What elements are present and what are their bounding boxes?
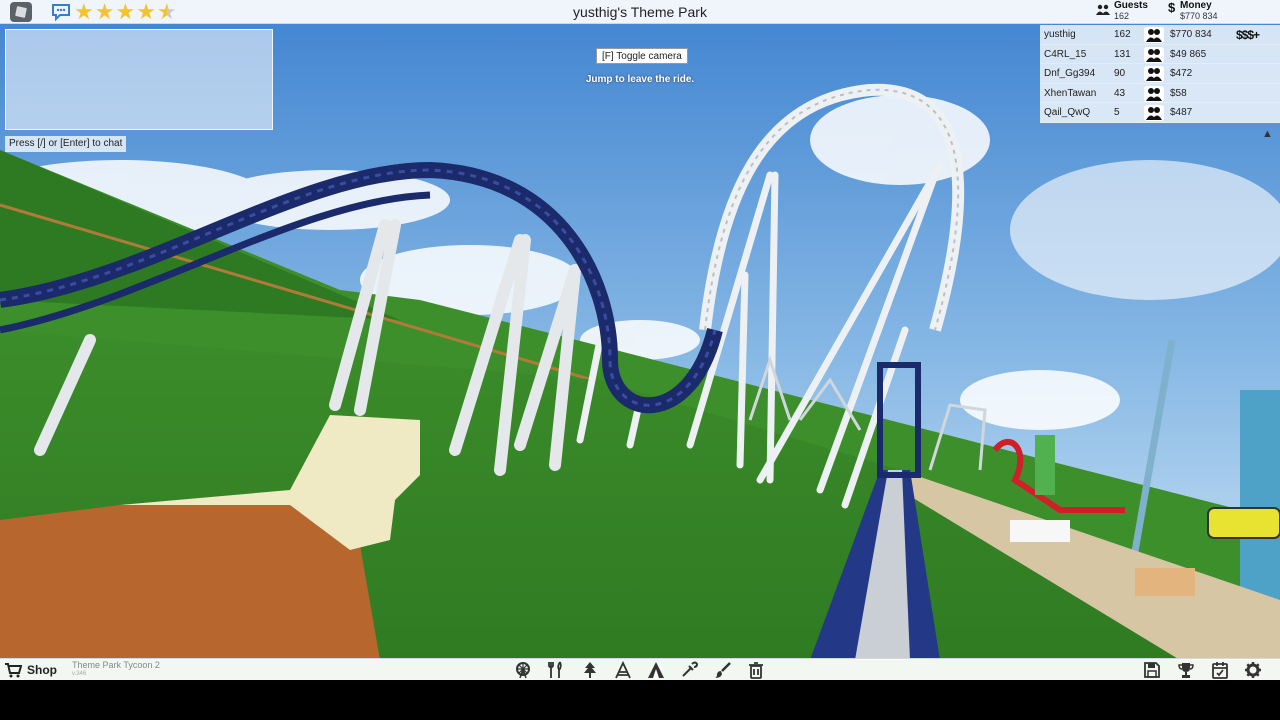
leaderboard-row[interactable]: Qail_QwQ 5 $487 <box>1040 103 1280 123</box>
player-name: C4RL_15 <box>1044 48 1087 60</box>
bottom-toolbar: Shop Theme Park Tycoon 2 v.346 <box>0 658 1280 680</box>
trash-icon[interactable] <box>746 661 766 679</box>
tree-icon[interactable] <box>580 661 600 679</box>
player-guests: 5 <box>1114 107 1120 118</box>
player-guests: 43 <box>1114 87 1126 99</box>
shop-label: Shop <box>27 663 57 677</box>
game-name-label: Theme Park Tycoon 2 v.346 <box>72 661 160 679</box>
player-name: Qail_QwQ <box>1044 107 1091 118</box>
leaderboard-row[interactable]: XhenTawan 43 $58 <box>1040 83 1280 103</box>
paint-brush-icon[interactable] <box>713 661 733 679</box>
save-icon[interactable] <box>1142 661 1162 679</box>
dollar-icon: $ <box>1168 0 1176 15</box>
letterbox-bar <box>0 680 1280 720</box>
top-bar: ★ ★ ★ ★ ★ yusthig's Theme Park Guests 16… <box>0 0 1280 24</box>
player-money: $49 865 <box>1170 48 1207 60</box>
ferris-wheel-icon[interactable] <box>513 661 533 679</box>
money-counter: $ Money $770 834 <box>1168 0 1218 22</box>
toggle-camera-button[interactable]: [F] Toggle camera <box>596 48 688 64</box>
game-version: v.346 <box>72 671 87 677</box>
player-money: $472 <box>1170 68 1193 79</box>
leaderboard-row[interactable]: Dnf_Gg394 90 $472 <box>1040 64 1280 84</box>
player-money: $770 834 <box>1170 29 1212 40</box>
guests-label: Guests <box>1114 0 1148 11</box>
leaderboard-row[interactable]: C4RL_15 131 $49 865 <box>1040 44 1280 64</box>
player-guests: 162 <box>1114 29 1131 40</box>
cart-icon <box>5 663 22 678</box>
leaderboard-row[interactable]: yusthig 162 $770 834 $$$+ <box>1040 25 1280 45</box>
tent-icon[interactable] <box>646 661 666 679</box>
settings-icon[interactable] <box>1243 661 1263 679</box>
chat-input-hint[interactable]: Press [/] or [Enter] to chat <box>5 136 127 152</box>
money-label: Money <box>1180 0 1212 11</box>
trophy-icon[interactable] <box>1176 661 1196 679</box>
jump-hint-text: Jump to leave the ride. <box>585 74 695 85</box>
money-value: $770 834 <box>1180 11 1218 21</box>
game-name: Theme Park Tycoon 2 <box>72 660 160 670</box>
calendar-icon[interactable] <box>1210 661 1230 679</box>
food-icon[interactable] <box>546 661 566 679</box>
guests-icon <box>1144 27 1164 43</box>
player-guests: 131 <box>1114 48 1131 60</box>
park-title: yusthig's Theme Park <box>573 4 707 20</box>
guests-icon <box>1144 66 1164 82</box>
guests-icon <box>1096 4 1110 15</box>
guests-icon <box>1144 46 1164 63</box>
guests-icon <box>1144 85 1164 102</box>
buy-cash-button[interactable]: $$$+ <box>1236 27 1270 43</box>
guests-icon <box>1144 105 1164 121</box>
player-name: Dnf_Gg394 <box>1044 68 1096 79</box>
player-guests: 90 <box>1114 68 1126 79</box>
player-leaderboard: yusthig 162 $770 834 $$$+ C4RL_15 131 $4… <box>1040 25 1280 123</box>
player-name: XhenTawan <box>1044 87 1097 99</box>
pipette-icon[interactable] <box>679 661 699 679</box>
guests-value: 162 <box>1114 11 1130 21</box>
player-money: $487 <box>1170 107 1193 118</box>
player-money: $58 <box>1170 87 1187 99</box>
guests-counter: Guests 162 <box>1096 0 1148 21</box>
shop-button[interactable]: Shop <box>4 661 57 679</box>
chat-window <box>5 29 273 130</box>
leaderboard-collapse-icon[interactable]: ▲ <box>1262 128 1273 140</box>
ride-icon[interactable] <box>613 661 633 679</box>
player-name: yusthig <box>1044 29 1076 40</box>
